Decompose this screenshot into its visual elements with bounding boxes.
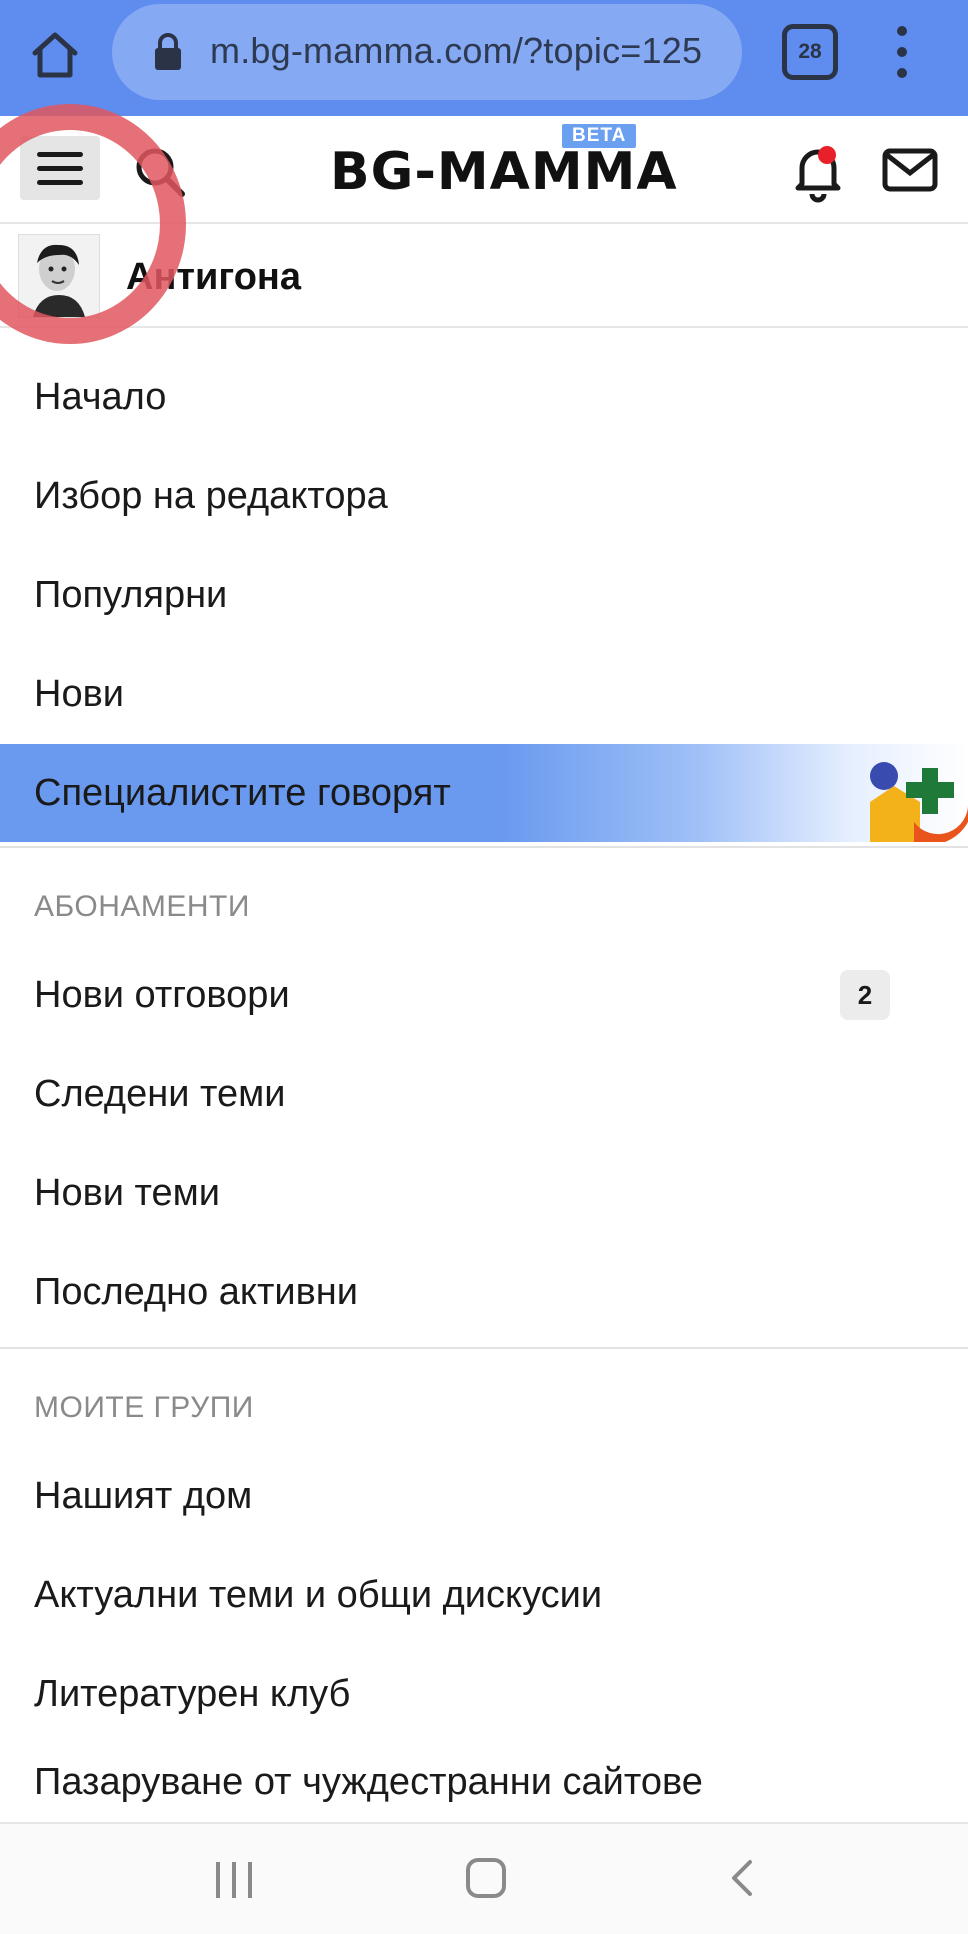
menu-item-popular[interactable]: Популярни <box>0 546 968 644</box>
menu-item-home[interactable]: Начало <box>0 348 968 446</box>
menu-item-followed-topics[interactable]: Следени теми <box>0 1045 968 1143</box>
address-bar[interactable]: m.bg-mamma.com/?topic=125 <box>112 4 742 100</box>
section-title-subscriptions: АБОНАМЕНТИ <box>34 890 250 923</box>
menu-item-label: Пазаруване от чуждестранни сайтове <box>34 1760 703 1803</box>
site-header: BG-MAMMA BETA <box>0 116 968 224</box>
tab-count: 28 <box>798 40 822 63</box>
menu-item-editors-choice[interactable]: Избор на редактора <box>0 447 968 545</box>
menu-item-label: Последно активни <box>34 1270 358 1313</box>
system-navigation-bar <box>0 1822 968 1934</box>
menu-item-label: Нови отговори <box>34 973 290 1016</box>
menu-item-label: Нови <box>34 672 124 715</box>
tabs-icon[interactable]: 28 <box>782 24 838 80</box>
recent-apps-icon[interactable] <box>216 1862 252 1898</box>
more-icon[interactable] <box>884 26 920 78</box>
menu-item-group-shopping[interactable]: Пазаруване от чуждестранни сайтове <box>0 1742 968 1822</box>
specialists-icon <box>870 762 968 842</box>
menu-item-label: Нашият дом <box>34 1474 253 1517</box>
section-title-groups: МОИТЕ ГРУПИ <box>34 1391 254 1424</box>
menu-item-label: Популярни <box>34 573 228 616</box>
menu-item-label: Литературен клуб <box>34 1672 351 1715</box>
divider <box>0 846 968 848</box>
menu-icon[interactable] <box>20 136 100 200</box>
menu-item-label: Актуални теми и общи дискусии <box>34 1573 603 1616</box>
menu-item-specialists[interactable]: Специалистите говорят <box>0 744 968 842</box>
url-text: m.bg-mamma.com/?topic=125 <box>210 30 703 71</box>
menu-item-label: Следени теми <box>34 1072 286 1115</box>
home-nav-icon[interactable] <box>466 1858 506 1898</box>
browser-toolbar: m.bg-mamma.com/?topic=125 28 <box>0 0 968 116</box>
count-badge: 2 <box>840 970 890 1020</box>
search-icon[interactable] <box>132 144 188 200</box>
beta-badge: BETA <box>562 124 637 148</box>
profile-name[interactable]: Антигона <box>126 256 301 299</box>
menu-item-label: Начало <box>34 375 167 418</box>
menu-item-new[interactable]: Нови <box>0 645 968 743</box>
menu-item-group-literature[interactable]: Литературен клуб <box>0 1645 968 1743</box>
menu-item-group-current[interactable]: Актуални теми и общи дискусии <box>0 1546 968 1644</box>
menu-item-label: Специалистите говорят <box>34 771 451 814</box>
home-icon[interactable] <box>22 22 88 88</box>
menu-item-new-replies[interactable]: Нови отговори 2 <box>0 946 968 1044</box>
bell-icon[interactable] <box>786 140 850 204</box>
avatar[interactable] <box>18 234 100 318</box>
mail-icon[interactable] <box>882 148 938 192</box>
menu-item-group-home[interactable]: Нашият дом <box>0 1447 968 1545</box>
divider <box>0 1347 968 1349</box>
menu-item-new-topics[interactable]: Нови теми <box>0 1144 968 1242</box>
menu-item-last-active[interactable]: Последно активни <box>0 1243 968 1341</box>
menu-item-label: Избор на редактора <box>34 474 388 517</box>
back-icon[interactable] <box>724 1858 764 1898</box>
site-logo[interactable]: BG-MAMMA <box>330 142 678 202</box>
profile-row[interactable]: Антигона <box>0 226 968 328</box>
lock-icon <box>155 33 181 70</box>
menu-item-label: Нови теми <box>34 1171 221 1214</box>
notification-dot <box>818 146 836 164</box>
